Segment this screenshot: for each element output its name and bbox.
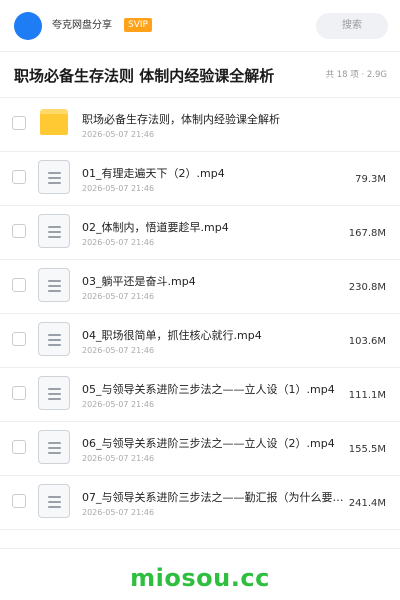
file-size: 111.1M: [348, 390, 386, 401]
list-item[interactable]: 02_体制内，悟道要趁早.mp4 2026-05-07 21:46 167.8M: [0, 206, 400, 260]
file-name[interactable]: 03_躺平还是奋斗.mp4: [82, 274, 352, 289]
list-item[interactable]: 03_躺平还是奋斗.mp4 2026-05-07 21:46 230.8M: [0, 260, 400, 314]
list-item[interactable]: 05_与领导关系进阶三步法之——立人设（1）.mp4 2026-05-07 21:…: [0, 368, 400, 422]
file-size: 79.3M: [355, 174, 386, 185]
share-owner-name: 夸克网盘分享: [52, 20, 112, 31]
file-icon: [38, 484, 70, 518]
file-date: 2026-05-07 21:46: [82, 454, 155, 463]
file-size: 167.8M: [348, 228, 386, 239]
file-icon: [38, 160, 70, 194]
title-bar: 职场必备生存法则 体制内经验课全解析 共 18 项 · 2.9G: [0, 52, 400, 98]
file-name[interactable]: 06_与领导关系进阶三步法之——立人设（2）.mp4: [82, 436, 352, 451]
select-checkbox[interactable]: [12, 170, 26, 184]
file-name[interactable]: 04_职场很简单，抓住核心就行.mp4: [82, 328, 352, 343]
brand-watermark: miosou.cc: [130, 564, 270, 592]
file-icon: [38, 322, 70, 356]
file-size: 103.6M: [348, 336, 386, 347]
search-input[interactable]: 搜索: [316, 13, 388, 39]
svip-badge: SVIP: [124, 18, 152, 32]
brand-footer: miosou.cc: [0, 548, 400, 600]
list-item[interactable]: 04_职场很简单，抓住核心就行.mp4 2026-05-07 21:46 103.6…: [0, 314, 400, 368]
file-date: 2026-05-07 21:46: [82, 292, 155, 301]
select-checkbox[interactable]: [12, 440, 26, 454]
file-size: 155.5M: [348, 444, 386, 455]
select-checkbox[interactable]: [12, 116, 26, 130]
select-checkbox[interactable]: [12, 278, 26, 292]
item-count-meta: 共 18 项 · 2.9G: [325, 70, 387, 80]
list-item[interactable]: 01_有理走遍天下（2）.mp4 2026-05-07 21:46 79.3M: [0, 152, 400, 206]
list-item[interactable]: 职场必备生存法则，体制内经验课全解析 2026-05-07 21:46: [0, 98, 400, 152]
file-name[interactable]: 01_有理走遍天下（2）.mp4: [82, 166, 352, 181]
file-icon: [38, 430, 70, 464]
file-name[interactable]: 职场必备生存法则，体制内经验课全解析: [82, 112, 352, 127]
file-size: 230.8M: [348, 282, 386, 293]
file-date: 2026-05-07 21:46: [82, 400, 155, 409]
page-title: 职场必备生存法则 体制内经验课全解析: [14, 67, 275, 85]
share-header: 夸克网盘分享 SVIP 搜索: [0, 0, 400, 52]
file-icon: [38, 376, 70, 410]
file-size: 241.4M: [348, 498, 386, 509]
search-placeholder: 搜索: [342, 20, 362, 31]
list-item[interactable]: 06_与领导关系进阶三步法之——立人设（2）.mp4 2026-05-07 21:…: [0, 422, 400, 476]
select-checkbox[interactable]: [12, 386, 26, 400]
file-name[interactable]: 07_与领导关系进阶三步法之——勤汇报（为什么要勤…: [82, 490, 352, 505]
list-item[interactable]: 07_与领导关系进阶三步法之——勤汇报（为什么要勤… 2026-05-07 21:…: [0, 476, 400, 530]
select-checkbox[interactable]: [12, 332, 26, 346]
select-checkbox[interactable]: [12, 224, 26, 238]
file-name[interactable]: 05_与领导关系进阶三步法之——立人设（1）.mp4: [82, 382, 352, 397]
file-date: 2026-05-07 21:46: [82, 130, 155, 139]
file-name[interactable]: 02_体制内，悟道要趁早.mp4: [82, 220, 352, 235]
file-date: 2026-05-07 21:46: [82, 346, 155, 355]
avatar[interactable]: [14, 12, 42, 40]
folder-icon: [40, 109, 68, 135]
file-icon: [38, 214, 70, 248]
file-date: 2026-05-07 21:46: [82, 508, 155, 517]
select-checkbox[interactable]: [12, 494, 26, 508]
file-date: 2026-05-07 21:46: [82, 184, 155, 193]
file-list: 职场必备生存法则，体制内经验课全解析 2026-05-07 21:46 01_有理走…: [0, 98, 400, 530]
file-icon: [38, 268, 70, 302]
file-date: 2026-05-07 21:46: [82, 238, 155, 247]
